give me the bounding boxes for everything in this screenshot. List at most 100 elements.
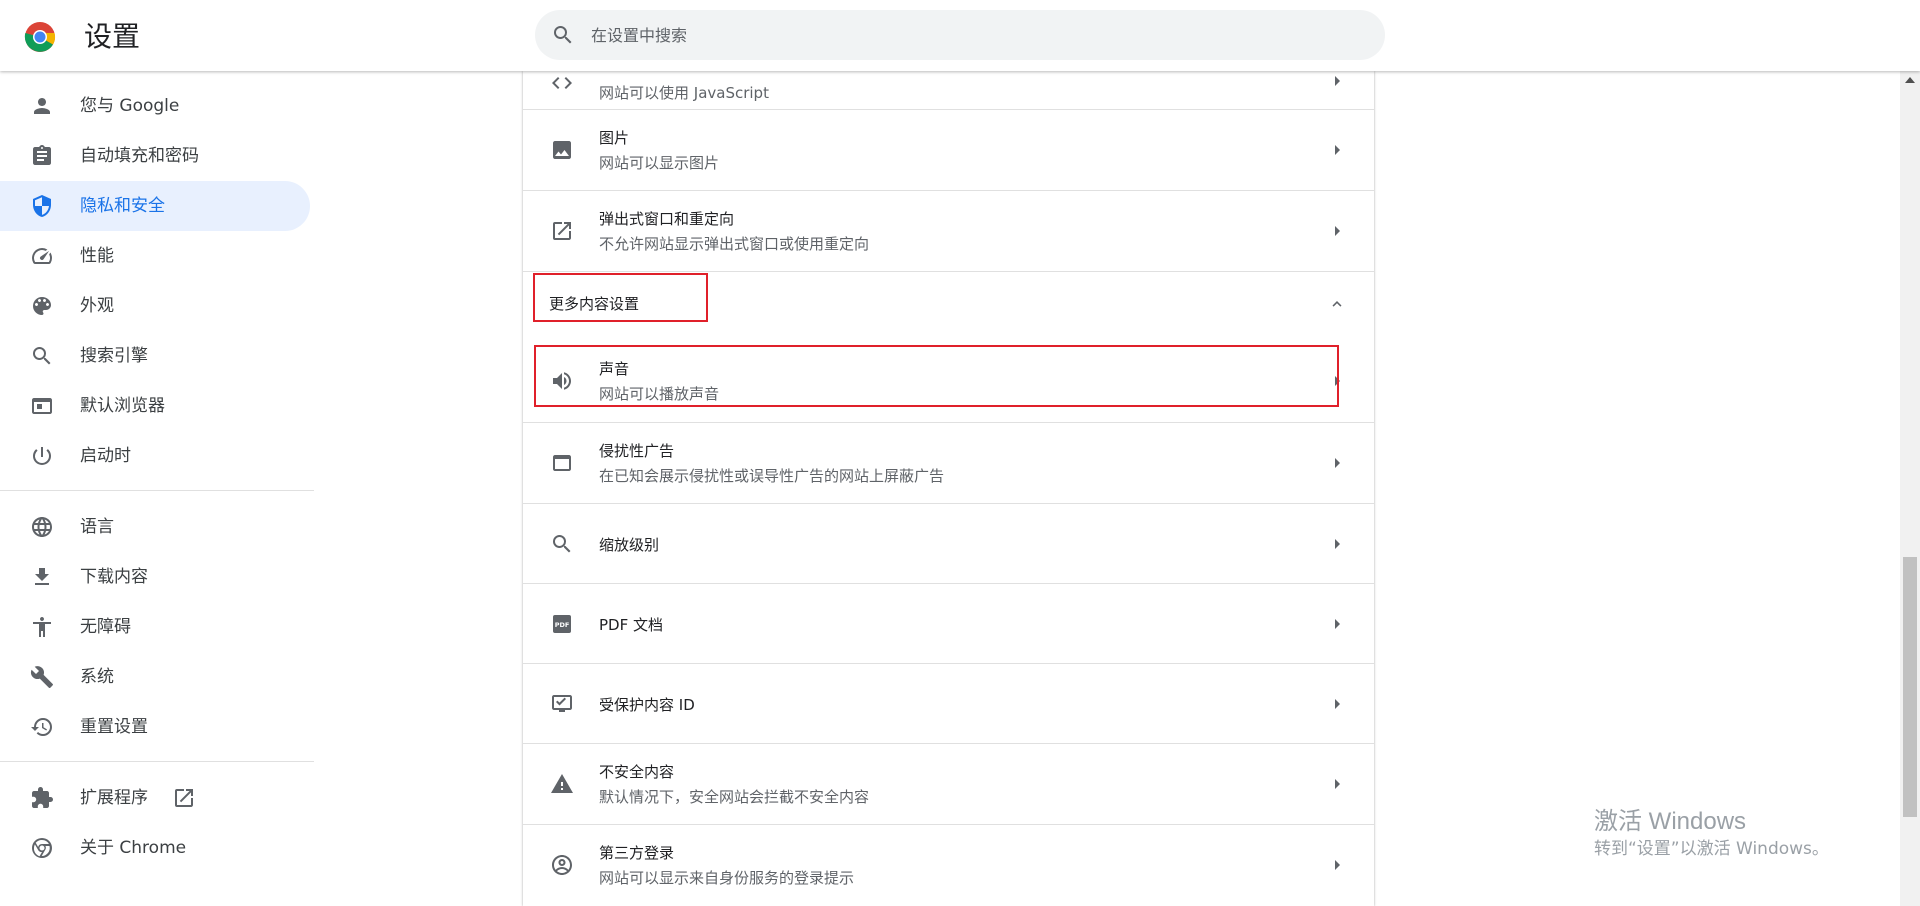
- sidebar-item-label: 无障碍: [80, 617, 131, 637]
- settings-row-sound[interactable]: 声音 网站可以播放声音: [523, 341, 1374, 422]
- sidebar-item-label: 自动填充和密码: [80, 146, 199, 166]
- settings-row-third-party-sign-in[interactable]: 第三方登录 网站可以显示来自身份服务的登录提示: [523, 824, 1374, 906]
- row-title: 图片: [599, 129, 630, 147]
- arrow-right-icon: [1335, 458, 1340, 468]
- sidebar-item-label: 性能: [80, 246, 114, 266]
- power-icon: [33, 447, 51, 465]
- chrome-icon: [32, 838, 52, 858]
- row-title: 缩放级别: [599, 536, 660, 554]
- search-input[interactable]: [591, 10, 1351, 60]
- account-circle-icon: [552, 855, 572, 875]
- row-title: 声音: [599, 360, 630, 378]
- search-icon: [554, 26, 572, 44]
- settings-row-pdf-documents[interactable]: PDF PDF 文档: [523, 583, 1374, 663]
- sidebar-item-you-and-google[interactable]: 您与 Google: [0, 81, 310, 131]
- ad-window-icon: [553, 455, 571, 471]
- image-icon: [553, 141, 571, 159]
- browser-window-icon: [32, 398, 52, 414]
- arrow-right-icon: [1335, 145, 1340, 155]
- sidebar-item-system[interactable]: 系统: [0, 652, 310, 702]
- history-icon: [31, 718, 52, 736]
- settings-card: 网站可以使用 JavaScript 图片 网站可以显示图片 弹出式窗口和重定向 …: [523, 71, 1374, 906]
- sidebar-item-accessibility[interactable]: 无障碍: [0, 602, 310, 652]
- settings-row-zoom-levels[interactable]: 缩放级别: [523, 503, 1374, 583]
- sidebar: 您与 Google 自动填充和密码 隐私和安全 性能 外观 搜索引擎 默认浏览器…: [0, 71, 316, 906]
- sidebar-item-on-startup[interactable]: 启动时: [0, 431, 310, 481]
- chevron-up-icon: [1332, 301, 1342, 307]
- more-content-settings-toggle[interactable]: 更多内容设置: [523, 271, 1374, 341]
- toolbar: 设置: [0, 0, 1920, 71]
- sidebar-divider: [0, 761, 314, 762]
- row-title: 侵扰性广告: [599, 442, 675, 460]
- sidebar-item-search-engine[interactable]: 搜索引擎: [0, 331, 310, 381]
- row-subtitle: 在已知会展示侵扰性或误导性广告的网站上屏蔽广告: [599, 467, 945, 485]
- sidebar-item-label: 下载内容: [80, 567, 148, 587]
- sidebar-item-autofill[interactable]: 自动填充和密码: [0, 131, 310, 181]
- speedometer-icon: [32, 248, 52, 264]
- row-subtitle: 默认情况下，安全网站会拦截不安全内容: [599, 788, 870, 806]
- sidebar-item-privacy[interactable]: 隐私和安全: [0, 181, 310, 231]
- protected-content-icon: [552, 695, 572, 712]
- sidebar-item-label: 重置设置: [80, 717, 148, 737]
- row-subtitle: 网站可以播放声音: [599, 385, 720, 403]
- open-in-new-icon: [175, 789, 193, 807]
- row-subtitle: 不允许网站显示弹出式窗口或使用重定向: [599, 235, 870, 253]
- arrow-right-icon: [1335, 779, 1340, 789]
- row-title: PDF 文档: [599, 616, 663, 634]
- code-icon: [552, 77, 572, 89]
- scroll-thumb[interactable]: [1903, 557, 1917, 817]
- arrow-right-icon: [1335, 76, 1340, 86]
- settings-row-intrusive-ads[interactable]: 侵扰性广告 在已知会展示侵扰性或误导性广告的网站上屏蔽广告: [523, 422, 1374, 503]
- settings-row-protected-content[interactable]: 受保护内容 ID: [523, 663, 1374, 743]
- page-title: 设置: [84, 20, 141, 53]
- sidebar-item-about-chrome[interactable]: 关于 Chrome: [0, 823, 310, 873]
- person-icon: [34, 98, 50, 114]
- row-subtitle: 网站可以显示图片: [599, 154, 720, 172]
- arrow-right-icon: [1335, 860, 1340, 870]
- row-title: 受保护内容 ID: [599, 696, 695, 714]
- settings-row-images[interactable]: 图片 网站可以显示图片: [523, 109, 1374, 190]
- sidebar-item-label: 扩展程序: [80, 788, 148, 808]
- sidebar-item-downloads[interactable]: 下载内容: [0, 552, 310, 602]
- sidebar-item-label: 语言: [80, 517, 114, 537]
- sidebar-divider: [0, 490, 314, 491]
- sidebar-item-languages[interactable]: 语言: [0, 502, 310, 552]
- row-title: 弹出式窗口和重定向: [599, 210, 735, 228]
- arrow-right-icon: [1335, 376, 1340, 386]
- open-in-new-icon: [553, 222, 571, 240]
- download-icon: [35, 568, 49, 585]
- zoom-icon: [553, 535, 571, 553]
- clipboard-icon: [33, 145, 51, 165]
- sidebar-item-label: 启动时: [80, 446, 131, 466]
- sidebar-item-reset[interactable]: 重置设置: [0, 702, 310, 752]
- sidebar-item-label: 系统: [80, 667, 114, 687]
- chrome-logo-icon: [24, 22, 56, 52]
- section-title: 更多内容设置: [549, 295, 640, 313]
- palette-icon: [33, 297, 51, 315]
- arrow-right-icon: [1335, 226, 1340, 236]
- sidebar-item-extensions[interactable]: 扩展程序: [0, 773, 310, 823]
- sidebar-item-appearance[interactable]: 外观: [0, 281, 310, 331]
- row-subtitle: 网站可以显示来自身份服务的登录提示: [599, 869, 855, 887]
- settings-row-javascript[interactable]: 网站可以使用 JavaScript: [523, 71, 1374, 111]
- scroll-up-arrow-icon[interactable]: [1905, 77, 1915, 83]
- settings-row-popups[interactable]: 弹出式窗口和重定向 不允许网站显示弹出式窗口或使用重定向: [523, 190, 1374, 271]
- settings-row-insecure-content[interactable]: 不安全内容 默认情况下，安全网站会拦截不安全内容: [523, 743, 1374, 824]
- warning-icon: [551, 774, 573, 793]
- puzzle-icon: [32, 787, 53, 808]
- svg-text:PDF: PDF: [555, 621, 570, 629]
- row-title: 不安全内容: [599, 763, 675, 781]
- globe-icon: [32, 517, 52, 537]
- shield-icon: [33, 195, 51, 217]
- scrollbar[interactable]: [1900, 71, 1920, 906]
- sidebar-item-label: 搜索引擎: [80, 346, 148, 366]
- accessibility-icon: [33, 617, 51, 637]
- volume-icon: [553, 372, 571, 390]
- sidebar-item-default-browser[interactable]: 默认浏览器: [0, 381, 310, 431]
- sidebar-item-performance[interactable]: 性能: [0, 231, 310, 281]
- arrow-right-icon: [1335, 619, 1340, 629]
- arrow-right-icon: [1335, 539, 1340, 549]
- row-subtitle: 网站可以使用 JavaScript: [599, 84, 769, 102]
- search-box[interactable]: [535, 10, 1385, 60]
- sidebar-item-label: 默认浏览器: [80, 396, 165, 416]
